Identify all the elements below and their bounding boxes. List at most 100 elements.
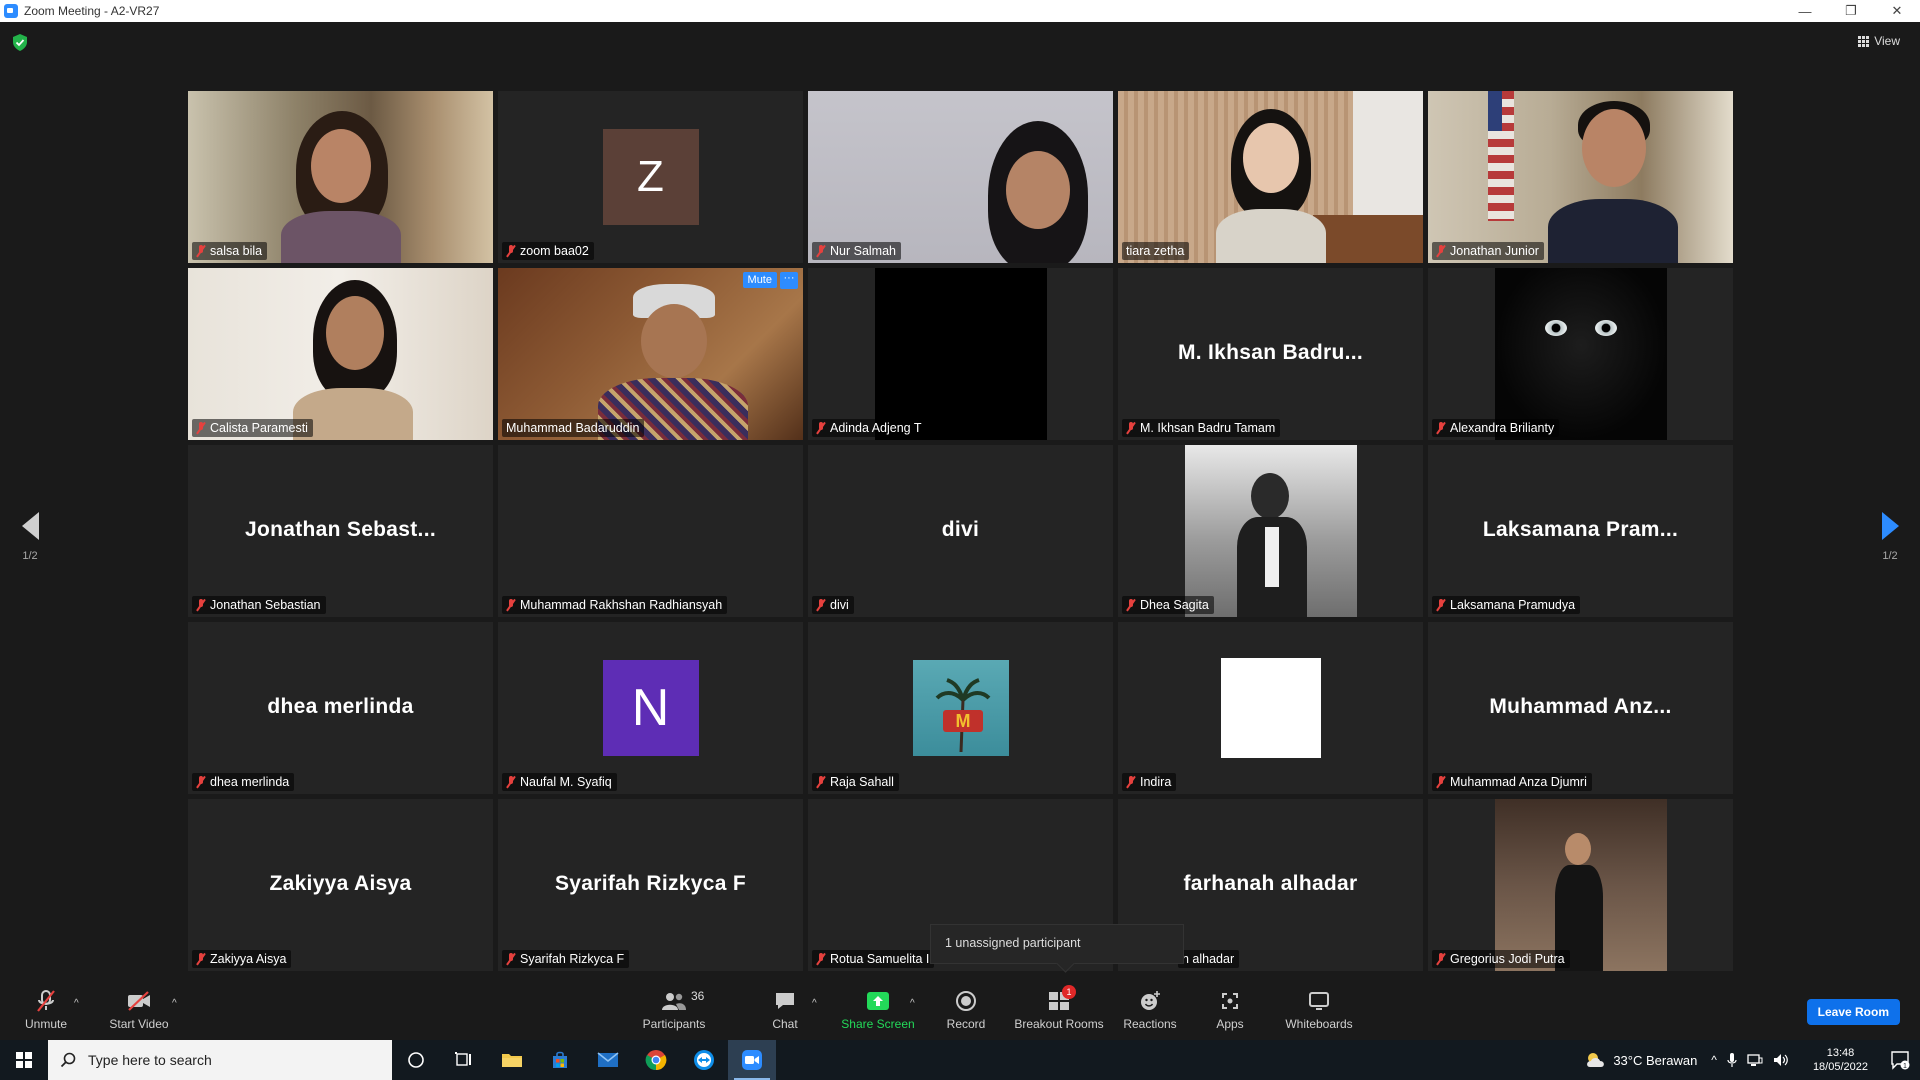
file-explorer-button[interactable] [488, 1040, 536, 1080]
svg-text:M: M [955, 711, 970, 731]
participant-display-name: Syarifah Rizkyca F [555, 871, 746, 895]
weather-widget[interactable]: 33°C Berawan [1585, 1052, 1711, 1068]
participant-name-label: Zakiyya Aisya [192, 950, 292, 968]
participants-button[interactable]: 36 Participants [638, 980, 710, 1040]
participant-tile[interactable]: Calista Paramesti [188, 268, 493, 440]
chrome-icon [645, 1050, 667, 1071]
participant-tile[interactable]: Laksamana Pram... Laksamana Pramudya [1428, 445, 1733, 617]
whiteboard-icon [1306, 989, 1332, 1013]
task-view-button[interactable] [440, 1040, 488, 1080]
minimize-button[interactable]: — [1782, 0, 1828, 22]
unmute-button[interactable]: Unmute [18, 980, 74, 1040]
participant-tile[interactable]: Muhammad Anz... Muhammad Anza Djumri [1428, 622, 1733, 794]
participant-tile[interactable]: Adinda Adjeng T [808, 268, 1113, 440]
clock-time: 13:48 [1826, 1047, 1855, 1059]
window-title: Zoom Meeting - A2-VR27 [24, 4, 160, 18]
muted-mic-icon [506, 599, 516, 611]
mail-envelope-icon [597, 1052, 619, 1067]
participant-tile[interactable]: Indira [1118, 622, 1423, 794]
participant-tile[interactable]: Mute ··· Muhammad Badaruddin [498, 268, 803, 440]
participant-tile[interactable]: Gregorius Jodi Putra [1428, 799, 1733, 971]
share-screen-button[interactable]: Share Screen [838, 980, 918, 1040]
store-bag-icon [553, 1051, 567, 1068]
action-center-button[interactable]: 1 [1880, 1040, 1920, 1080]
leave-room-button[interactable]: Leave Room [1806, 999, 1900, 1025]
teamviewer-button[interactable] [680, 1040, 728, 1080]
participant-tile[interactable]: Dhea Sagita [1118, 445, 1423, 617]
audio-options-caret[interactable]: ^ [74, 998, 79, 1009]
participant-tile[interactable]: Jonathan Junior [1428, 91, 1733, 263]
participant-tile[interactable]: Alexandra Brilianty [1428, 268, 1733, 440]
participant-name-label: divi [812, 596, 854, 614]
mute-participant-button[interactable]: Mute [742, 272, 777, 288]
microphone-icon[interactable] [1727, 1052, 1737, 1068]
participant-tile[interactable]: salsa bila [188, 91, 493, 263]
view-button[interactable]: View [1858, 34, 1900, 48]
chat-bubble-icon [772, 989, 798, 1013]
previous-page-button[interactable]: 1/2 [15, 512, 45, 562]
taskbar-search-box[interactable]: Type here to search [48, 1040, 392, 1080]
mail-button[interactable] [584, 1040, 632, 1080]
participant-display-name: divi [941, 517, 980, 541]
share-options-caret[interactable]: ^ [910, 998, 915, 1009]
close-button[interactable]: ✕ [1874, 0, 1920, 22]
participant-tile[interactable]: dhea merlinda dhea merlinda [188, 622, 493, 794]
avatar: M [912, 660, 1009, 756]
muted-mic-icon [506, 953, 516, 965]
participant-tile[interactable]: Nur Salmah [808, 91, 1113, 263]
muted-mic-icon [1126, 599, 1136, 611]
network-icon[interactable] [1747, 1053, 1763, 1067]
chat-options-caret[interactable]: ^ [812, 998, 817, 1009]
next-page-button[interactable]: 1/2 [1875, 512, 1905, 562]
participant-tile[interactable]: Muhammad Rakhshan Radhiansyah [498, 445, 803, 617]
participant-display-name: farhanah alhadar [1183, 871, 1358, 895]
window-controls: — ❐ ✕ [1782, 0, 1920, 22]
notification-icon: 1 [1891, 1051, 1910, 1070]
chevron-up-icon[interactable]: ^ [1711, 1053, 1717, 1067]
view-label: View [1874, 34, 1900, 48]
task-view-icon [455, 1052, 471, 1066]
video-feed [498, 268, 803, 440]
participant-display-name: Laksamana Pram... [1482, 517, 1679, 541]
restore-button[interactable]: ❐ [1828, 0, 1874, 22]
avatar [1220, 658, 1321, 758]
record-button[interactable]: Record [940, 980, 992, 1040]
participant-tile[interactable]: N Naufal M. Syafiq [498, 622, 803, 794]
participant-name-label: M. Ikhsan Badru Tamam [1122, 419, 1281, 437]
chat-button[interactable]: Chat [760, 980, 810, 1040]
reactions-button[interactable]: Reactions [1120, 980, 1180, 1040]
participant-name-label: Muhammad Badaruddin [502, 419, 645, 437]
participant-tile[interactable]: Syarifah Rizkyca F Syarifah Rizkyca F [498, 799, 803, 971]
participant-tile[interactable]: M Raja Sahall [808, 622, 1113, 794]
zoom-icon [742, 1050, 762, 1070]
zoom-taskbar-button[interactable] [728, 1040, 776, 1080]
participant-name-label: Naufal M. Syafiq [502, 773, 617, 791]
speaker-icon[interactable] [1773, 1053, 1789, 1067]
windows-logo-icon [16, 1052, 32, 1068]
cortana-circle-icon [408, 1052, 424, 1068]
participant-tile[interactable]: Z zoom baa02 [498, 91, 803, 263]
participant-tile[interactable]: Jonathan Sebast... Jonathan Sebastian [188, 445, 493, 617]
start-button[interactable] [0, 1040, 48, 1080]
participant-tile[interactable]: divi divi [808, 445, 1113, 617]
participant-tile[interactable]: M. Ikhsan Badru... M. Ikhsan Badru Tamam [1118, 268, 1423, 440]
whiteboards-button[interactable]: Whiteboards [1284, 980, 1354, 1040]
chrome-button[interactable] [632, 1040, 680, 1080]
apps-button[interactable]: Apps [1210, 980, 1250, 1040]
microsoft-store-button[interactable] [536, 1040, 584, 1080]
muted-mic-icon [33, 989, 59, 1013]
participant-name-label: dhea merlinda [192, 773, 295, 791]
participant-name-label: Nur Salmah [812, 242, 901, 260]
taskbar-clock[interactable]: 13:48 18/05/2022 [1801, 1046, 1880, 1074]
muted-mic-icon [816, 953, 826, 965]
video-feed [1428, 91, 1733, 263]
participant-tile[interactable]: Zakiyya Aisya Zakiyya Aisya [188, 799, 493, 971]
participant-tile-active-speaker[interactable]: tiara zetha [1118, 91, 1423, 263]
breakout-rooms-button[interactable]: 1 Breakout Rooms [1012, 980, 1106, 1040]
start-video-button[interactable]: Start Video [104, 980, 174, 1040]
video-options-caret[interactable]: ^ [172, 998, 177, 1009]
cortana-button[interactable] [392, 1040, 440, 1080]
encryption-shield-icon[interactable] [12, 34, 28, 51]
more-options-button[interactable]: ··· [780, 272, 798, 289]
avatar: N [602, 660, 699, 756]
